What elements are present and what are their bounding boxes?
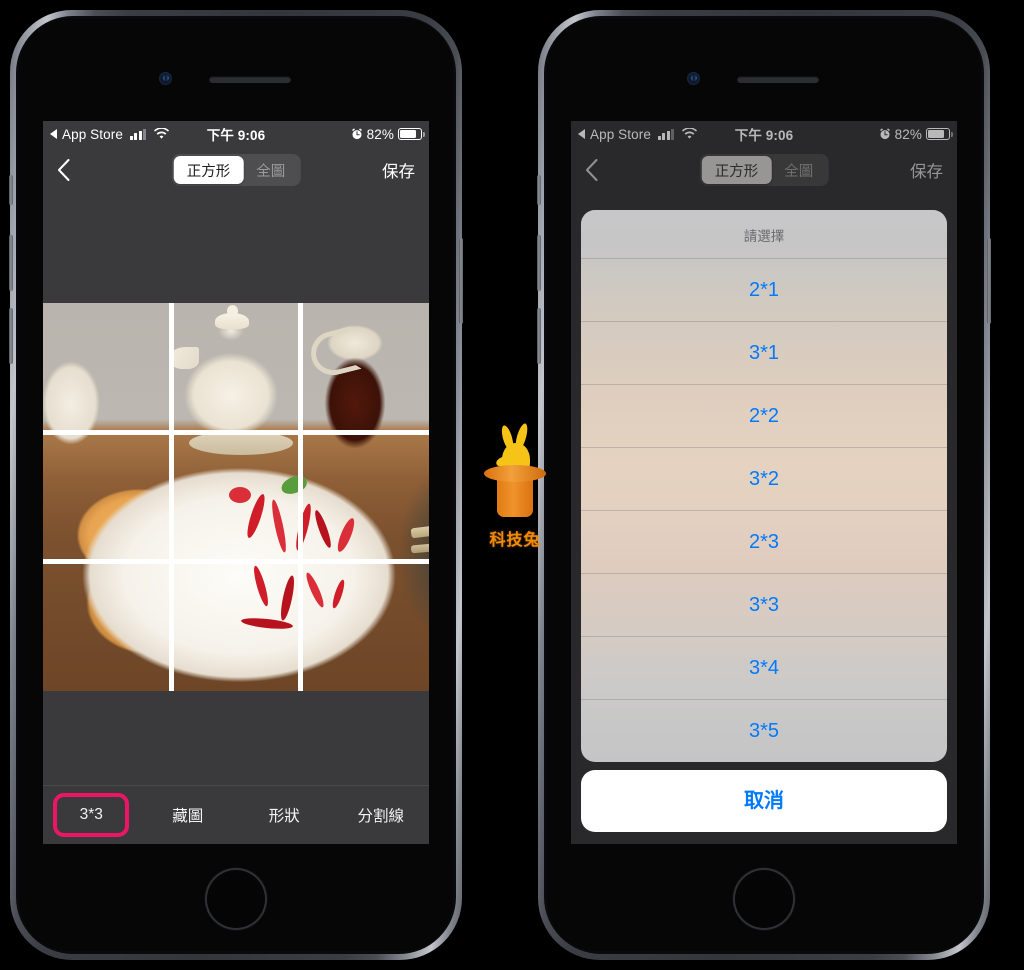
triangle-left-icon — [50, 129, 57, 139]
home-button-left[interactable] — [205, 868, 267, 930]
action-sheet-container: 請選擇 2*1 3*1 2*2 3*2 2*3 3*3 3*4 3*5 取消 — [571, 121, 957, 844]
rabbit-in-hat-icon — [476, 422, 554, 523]
action-sheet-cancel-button[interactable]: 取消 — [581, 770, 947, 832]
photo-canvas[interactable] — [43, 303, 429, 691]
save-button[interactable]: 保存 — [382, 158, 415, 182]
action-sheet-option-2x2[interactable]: 2*2 — [581, 384, 947, 447]
phone-left: App Store 下午 9:06 82% 正方形 全圖 保存 3*3 藏圖 形… — [9, 10, 463, 960]
pancake-photo — [43, 303, 429, 691]
earpiece-speaker-left — [209, 76, 291, 83]
alarm-clock-icon — [351, 128, 363, 140]
volume-down-button-left[interactable] — [9, 308, 13, 364]
cellular-bars-icon — [129, 128, 147, 140]
action-sheet-option-3x5[interactable]: 3*5 — [581, 699, 947, 762]
power-button-right[interactable] — [987, 238, 991, 324]
action-sheet: 請選擇 2*1 3*1 2*2 3*2 2*3 3*3 3*4 3*5 — [581, 210, 947, 762]
battery-icon — [398, 128, 425, 140]
segment-square[interactable]: 正方形 — [173, 156, 244, 184]
action-sheet-option-3x1[interactable]: 3*1 — [581, 321, 947, 384]
aspect-ratio-segmented-control[interactable]: 正方形 全圖 — [171, 154, 301, 186]
toolbar-item-shape[interactable]: 形狀 — [236, 804, 333, 826]
home-button-right[interactable] — [733, 868, 795, 930]
screen-left: App Store 下午 9:06 82% 正方形 全圖 保存 3*3 藏圖 形… — [43, 121, 429, 844]
watermark-brand-label: 科技兔 — [489, 532, 541, 549]
mute-switch-left[interactable] — [9, 175, 13, 205]
earpiece-speaker-right — [737, 76, 819, 83]
back-app-label[interactable]: App Store — [62, 127, 123, 142]
mute-switch-right[interactable] — [537, 175, 541, 205]
watermark-logo: 科技兔 — [470, 420, 560, 550]
toolbar-item-divider[interactable]: 分割線 — [333, 804, 430, 826]
front-camera-icon-right — [687, 72, 700, 85]
power-button-left[interactable] — [459, 238, 463, 324]
nav-bar-left: 正方形 全圖 保存 — [43, 147, 429, 193]
status-bar-left-group: App Store — [50, 127, 170, 142]
phone-right: App Store 下午 9:06 82% 正方形 全圖 保存 請選擇 2*1 … — [537, 10, 991, 960]
action-sheet-option-2x1[interactable]: 2*1 — [581, 258, 947, 321]
grid-button-highlight — [53, 793, 130, 837]
status-bar-right-group: 82% — [351, 126, 425, 142]
action-sheet-title: 請選擇 — [581, 210, 947, 258]
action-sheet-option-3x3[interactable]: 3*3 — [581, 573, 947, 636]
volume-down-button-right[interactable] — [537, 308, 541, 364]
wifi-icon — [154, 128, 170, 140]
screen-right: App Store 下午 9:06 82% 正方形 全圖 保存 請選擇 2*1 … — [571, 121, 957, 844]
status-bar-left: App Store 下午 9:06 82% — [43, 121, 429, 147]
battery-percent-label: 82% — [366, 126, 394, 142]
chevron-left-icon[interactable] — [57, 159, 83, 181]
toolbar-item-hide[interactable]: 藏圖 — [140, 804, 237, 826]
bottom-toolbar: 3*3 藏圖 形狀 分割線 — [43, 785, 429, 844]
segment-full[interactable]: 全圖 — [243, 156, 298, 184]
toolbar-item-grid[interactable]: 3*3 — [43, 793, 140, 837]
action-sheet-option-2x3[interactable]: 2*3 — [581, 510, 947, 573]
photo-editor-area — [43, 193, 429, 801]
action-sheet-option-3x2[interactable]: 3*2 — [581, 447, 947, 510]
front-camera-icon-left — [159, 72, 172, 85]
action-sheet-option-3x4[interactable]: 3*4 — [581, 636, 947, 699]
volume-up-button-right[interactable] — [537, 235, 541, 291]
volume-up-button-left[interactable] — [9, 235, 13, 291]
